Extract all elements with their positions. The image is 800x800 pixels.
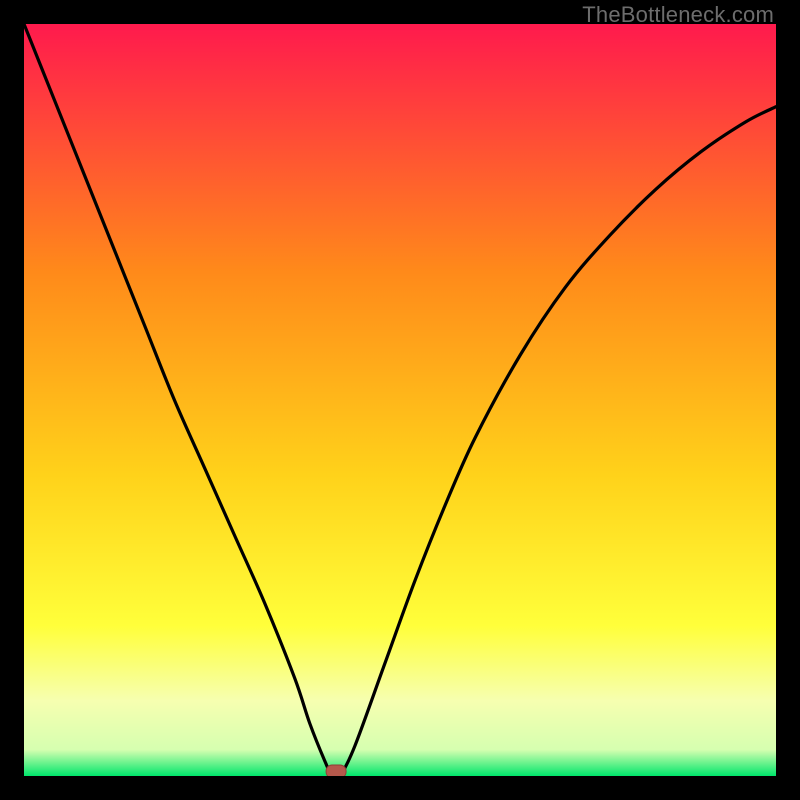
- gradient-background: [24, 24, 776, 776]
- watermark-text: TheBottleneck.com: [582, 2, 774, 28]
- optimum-marker: [326, 765, 346, 776]
- bottleneck-chart: [24, 24, 776, 776]
- chart-frame: [24, 24, 776, 776]
